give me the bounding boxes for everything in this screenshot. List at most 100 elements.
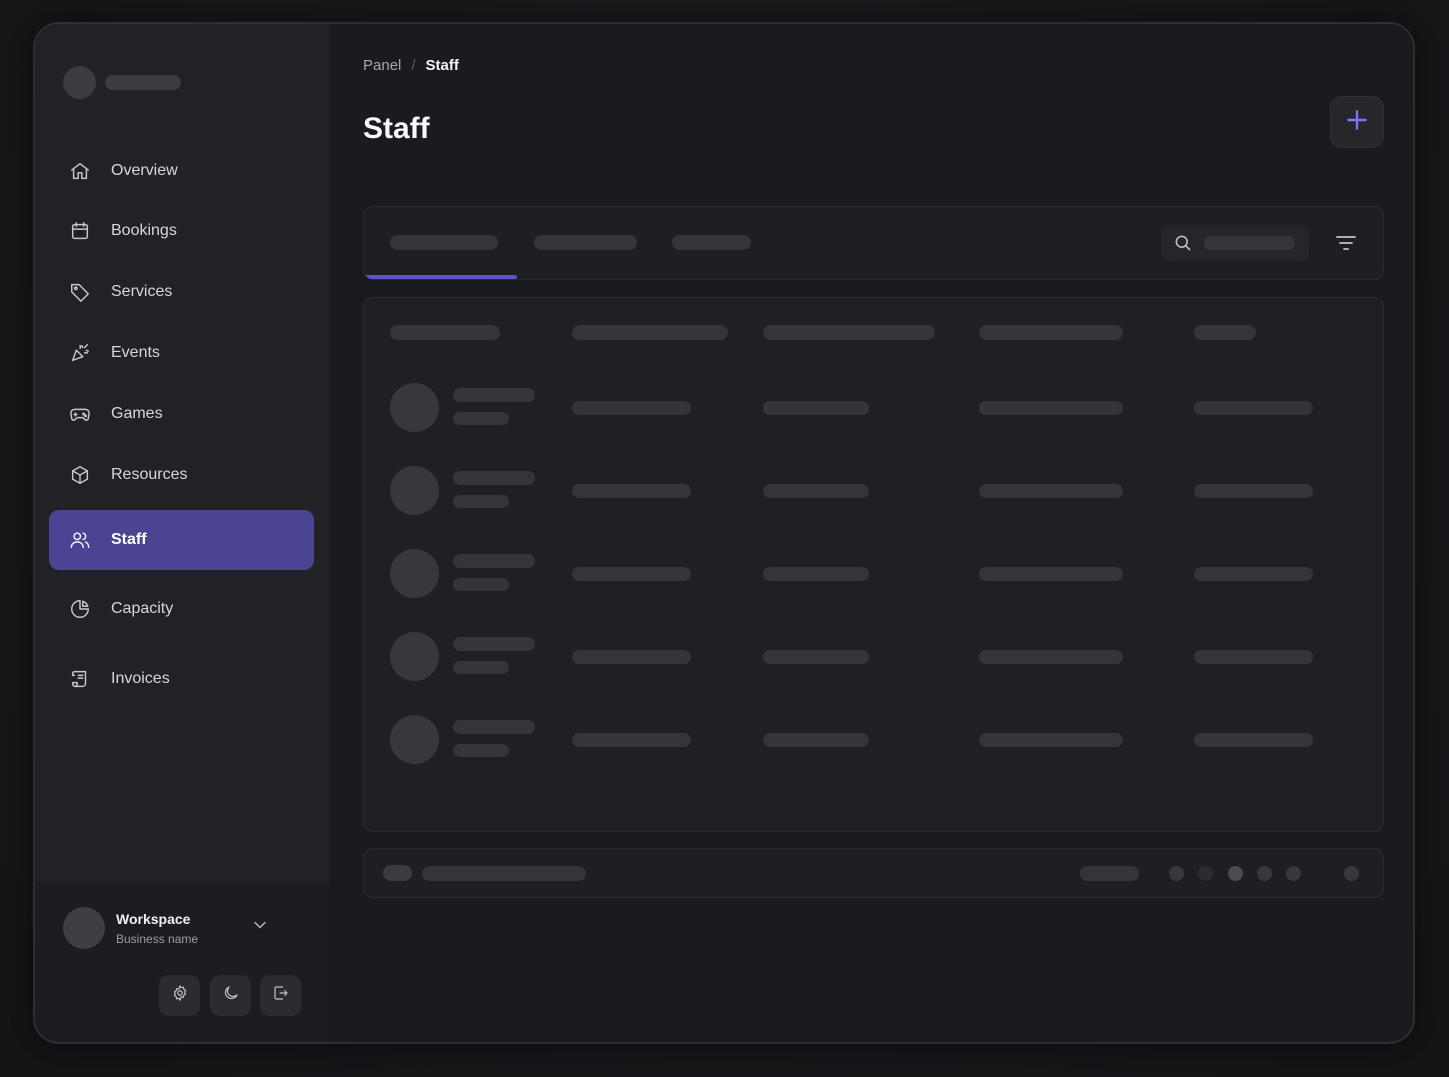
- main-content: Panel / Staff Staff: [329, 24, 1413, 1042]
- sidebar-item-staff[interactable]: Staff: [49, 510, 314, 570]
- sidebar-item-label: Games: [111, 405, 163, 422]
- breadcrumb-current: Staff: [425, 57, 459, 74]
- name-skeleton: [453, 637, 535, 651]
- gear-icon: [171, 984, 189, 1007]
- plus-icon: [1344, 107, 1370, 138]
- pagination-bar: [363, 848, 1384, 898]
- logo-mark-skeleton: [63, 66, 96, 99]
- logo-text-skeleton: [105, 75, 181, 90]
- breadcrumb-separator: /: [411, 57, 416, 74]
- subtitle-skeleton: [453, 744, 509, 757]
- sidebar-item-bookings[interactable]: Bookings: [49, 201, 314, 261]
- cell-skeleton: [979, 650, 1123, 664]
- logout-button[interactable]: [260, 975, 301, 1016]
- breadcrumb-panel-link[interactable]: Panel: [363, 57, 401, 74]
- receipt-icon: [69, 668, 91, 690]
- sidebar: Overview Bookings Services Events Games …: [35, 24, 329, 1042]
- name-skeleton: [453, 388, 535, 402]
- cell-skeleton: [979, 567, 1123, 581]
- cell-skeleton: [572, 567, 691, 581]
- tabs-toolbar: [363, 206, 1384, 280]
- cell-skeleton: [763, 567, 869, 581]
- sidebar-item-label: Bookings: [111, 222, 177, 239]
- avatar: [63, 907, 105, 949]
- active-tab-indicator: [364, 275, 517, 279]
- workspace-subtitle: Business name: [116, 932, 199, 946]
- sidebar-item-label: Invoices: [111, 670, 170, 687]
- calendar-icon: [69, 220, 91, 242]
- sidebar-item-label: Capacity: [111, 600, 174, 617]
- name-skeleton: [453, 554, 535, 568]
- pagination-dot[interactable]: [1198, 866, 1213, 881]
- subtitle-skeleton: [453, 412, 509, 425]
- pie-chart-icon: [69, 598, 91, 620]
- sidebar-item-overview[interactable]: Overview: [49, 141, 314, 201]
- results-count-skeleton: [422, 866, 586, 881]
- workspace-name: Workspace: [116, 911, 191, 927]
- cell-skeleton: [572, 484, 691, 498]
- sidebar-item-events[interactable]: Events: [49, 323, 314, 383]
- filter-button[interactable]: [1334, 231, 1358, 255]
- theme-toggle-button[interactable]: [210, 975, 251, 1016]
- add-staff-button[interactable]: [1330, 96, 1384, 148]
- brand-logo-placeholder: [63, 66, 181, 99]
- pagination-next-dot[interactable]: [1344, 866, 1359, 881]
- sidebar-item-services[interactable]: Services: [49, 262, 314, 322]
- cell-skeleton: [979, 484, 1123, 498]
- moon-icon: [222, 984, 240, 1007]
- tab-skeleton-1[interactable]: [390, 235, 498, 250]
- cell-skeleton: [1194, 733, 1313, 747]
- page-title: Staff: [363, 112, 430, 145]
- sidebar-item-invoices[interactable]: Invoices: [49, 649, 314, 709]
- tab-skeleton-2[interactable]: [534, 235, 637, 250]
- cell-skeleton: [763, 401, 869, 415]
- column-header-skeleton: [979, 325, 1123, 340]
- cell-skeleton: [1194, 484, 1313, 498]
- cell-skeleton: [979, 733, 1123, 747]
- avatar: [390, 549, 439, 598]
- tab-skeleton-3[interactable]: [672, 235, 751, 250]
- name-skeleton: [453, 720, 535, 734]
- sidebar-item-resources[interactable]: Resources: [49, 445, 314, 505]
- page-label-skeleton: [1080, 866, 1139, 881]
- subtitle-skeleton: [453, 495, 509, 508]
- cell-skeleton: [763, 650, 869, 664]
- cell-skeleton: [572, 401, 691, 415]
- tag-icon: [69, 281, 91, 303]
- sidebar-item-capacity[interactable]: Capacity: [49, 579, 314, 639]
- cell-skeleton: [979, 401, 1123, 415]
- avatar: [390, 715, 439, 764]
- settings-button[interactable]: [159, 975, 200, 1016]
- search-placeholder-skeleton: [1204, 236, 1295, 250]
- pagination-dot[interactable]: [1286, 866, 1301, 881]
- sidebar-item-label: Events: [111, 344, 160, 361]
- cell-skeleton: [763, 484, 869, 498]
- cell-skeleton: [1194, 567, 1313, 581]
- avatar: [390, 632, 439, 681]
- home-icon: [69, 160, 91, 182]
- column-header-skeleton: [1194, 325, 1256, 340]
- cell-skeleton: [572, 733, 691, 747]
- chevron-down-icon[interactable]: [250, 915, 270, 935]
- column-header-skeleton: [390, 325, 500, 340]
- column-header-skeleton: [572, 325, 728, 340]
- name-skeleton: [453, 471, 535, 485]
- column-header-skeleton: [763, 325, 935, 340]
- page-size-skeleton[interactable]: [383, 865, 412, 881]
- sidebar-item-label: Resources: [111, 466, 188, 483]
- pagination-dot-active[interactable]: [1228, 866, 1243, 881]
- avatar: [390, 383, 439, 432]
- pagination-dot[interactable]: [1169, 866, 1184, 881]
- app-window: Overview Bookings Services Events Games …: [33, 22, 1415, 1044]
- staff-table-skeleton: [363, 297, 1384, 832]
- cell-skeleton: [572, 650, 691, 664]
- cell-skeleton: [1194, 401, 1313, 415]
- users-icon: [69, 529, 91, 551]
- search-input[interactable]: [1162, 225, 1309, 261]
- party-popper-icon: [69, 342, 91, 364]
- sidebar-item-label: Services: [111, 283, 173, 300]
- cell-skeleton: [1194, 650, 1313, 664]
- subtitle-skeleton: [453, 661, 509, 674]
- pagination-dot[interactable]: [1257, 866, 1272, 881]
- sidebar-item-games[interactable]: Games: [49, 384, 314, 444]
